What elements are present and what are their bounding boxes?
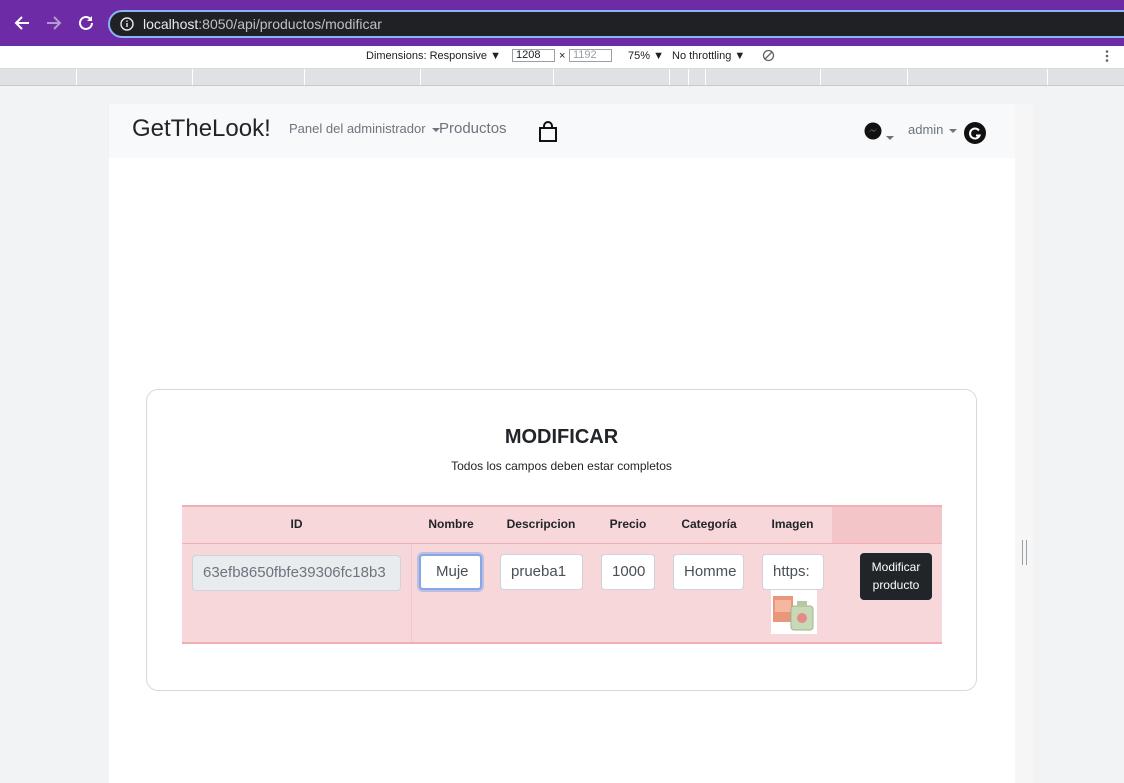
table-row: 63efb8650fbfe39306fc18b3 Muje prueba1 10… [182,543,942,644]
header-action-cell [832,507,942,543]
width-input[interactable]: 1208 [512,49,555,62]
resize-handle[interactable] [1022,540,1027,565]
col-header-id: ID [290,517,303,531]
viewport-right-edge [1015,104,1033,783]
col-header-descripcion: Descripcion [506,517,576,531]
page-title: MODIFICAR [504,426,619,448]
grammarly-icon[interactable] [964,122,986,149]
rotate-icon[interactable] [762,49,775,65]
times-sign: × [559,50,566,62]
nombre-input[interactable]: Muje [419,554,482,590]
categoria-input[interactable]: Homme [673,554,744,590]
media-query-ruler[interactable] [0,69,1124,86]
caret-down-icon [886,135,894,140]
modify-card: MODIFICAR Todos los campos deben estar c… [146,389,977,691]
url-text: localhost:8050/api/productos/modificar [143,16,382,32]
id-field: 63efb8650fbfe39306fc18b3 [192,555,401,591]
address-bar[interactable]: localhost:8050/api/productos/modificar [108,10,1124,38]
more-options-icon[interactable] [1104,49,1110,66]
messenger-icon[interactable] [864,122,882,145]
brand-logo[interactable]: GetTheLook! [132,115,271,143]
page-viewport: GetTheLook! Panel del administrador Prod… [109,104,1015,783]
zoom-select[interactable]: 75% ▼ [628,50,664,62]
reload-icon[interactable] [74,11,98,35]
product-thumbnail [771,590,817,634]
user-dropdown[interactable]: admin [908,122,958,137]
messenger-dropdown-caret[interactable] [886,129,894,147]
admin-panel-dropdown[interactable]: Panel del administrador [289,121,440,136]
products-link[interactable]: Productos [439,120,507,137]
shopping-bag-icon[interactable] [538,121,558,148]
col-header-categoria: Categoría [681,517,737,531]
descripcion-input[interactable]: prueba1 [500,554,583,590]
throttling-select[interactable]: No throttling ▼ [672,50,745,62]
imagen-input[interactable]: https: [762,554,824,590]
device-toolbar: Dimensions: Responsive ▼ 1208 × 1192 75%… [0,46,1124,69]
dimensions-select[interactable]: Dimensions: Responsive ▼ [366,50,501,62]
back-icon[interactable] [10,11,34,35]
col-header-precio: Precio [609,517,647,531]
table-header: ID Nombre Descripcion Precio Categoría I… [182,505,942,543]
forward-icon[interactable] [42,11,66,35]
page-subtitle: Todos los campos deben estar completos [451,459,672,473]
precio-input[interactable]: 1000 [601,554,655,590]
col-header-nombre: Nombre [428,517,474,531]
caret-down-icon [949,128,958,133]
browser-toolbar: localhost:8050/api/productos/modificar [0,0,1124,46]
navbar: GetTheLook! Panel del administrador Prod… [109,104,1015,158]
height-input[interactable]: 1192 [569,49,612,62]
modify-product-button[interactable]: Modificar producto [860,553,932,600]
col-header-imagen: Imagen [771,517,814,531]
info-icon[interactable] [120,17,134,36]
